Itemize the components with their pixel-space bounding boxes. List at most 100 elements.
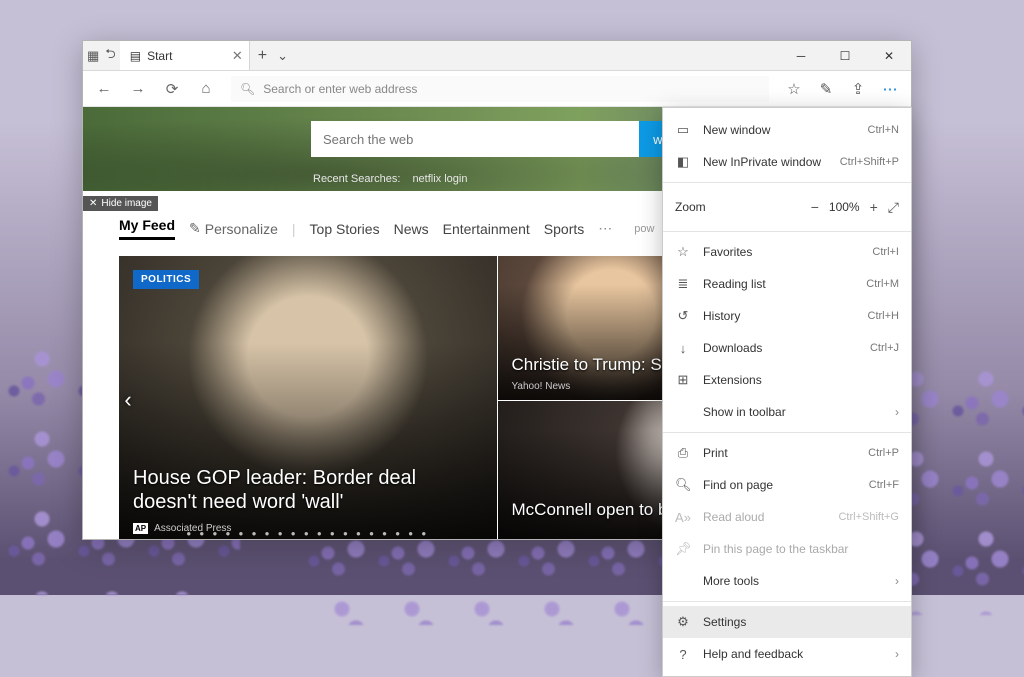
menu-read-aloud: A» Read aloud Ctrl+Shift+G [663, 501, 911, 533]
new-tab-button[interactable]: + [258, 47, 267, 65]
toolbar: ← → ⟳ ⌂ 🔍︎ Search or enter web address ☆… [83, 71, 911, 107]
menu-shortcut: Ctrl+J [870, 342, 899, 354]
menu-zoom: Zoom − 100% + ⤢ [663, 187, 911, 227]
menu-label: Help and feedback [703, 647, 803, 661]
window-icon: ▭ [675, 122, 691, 138]
download-icon: ↓ [675, 341, 691, 356]
tabs-more-icon[interactable]: ⋯ [598, 220, 612, 237]
menu-help[interactable]: ? Help and feedback › [663, 638, 911, 670]
carousel-prev-button[interactable]: ‹ [113, 380, 143, 420]
tab-entertainment[interactable]: Entertainment [443, 221, 530, 237]
window-minimize-button[interactable]: ─ [779, 41, 823, 70]
menu-label: Extensions [703, 373, 762, 387]
menu-label: New InPrivate window [703, 155, 821, 169]
browser-tab[interactable]: ▤ Start ✕ [120, 41, 250, 70]
tab-news[interactable]: News [394, 221, 429, 237]
menu-shortcut: Ctrl+I [872, 246, 899, 258]
source-top: Yahoo! News [512, 381, 571, 392]
close-icon: ✕ [89, 198, 97, 209]
back-button[interactable]: ← [89, 74, 119, 104]
menu-shortcut: Ctrl+P [868, 447, 899, 459]
menu-shortcut: Ctrl+H [868, 310, 899, 322]
menu-extensions[interactable]: ⊞ Extensions [663, 364, 911, 396]
reading-list-icon: ≣ [675, 276, 691, 292]
inprivate-icon: ◧ [675, 154, 691, 170]
reading-view-icon[interactable]: ✎ [811, 74, 841, 104]
menu-shortcut: Ctrl+Shift+G [838, 511, 899, 523]
tab-actions-chevron-icon[interactable]: ⌄ [277, 48, 288, 64]
address-placeholder: Search or enter web address [263, 82, 417, 96]
home-button[interactable]: ⌂ [191, 74, 221, 104]
search-icon: 🔍︎ [675, 477, 691, 493]
tab-preview-icon[interactable]: ⮌ [105, 45, 115, 67]
settings-more-button[interactable]: ⋯ [875, 74, 905, 104]
menu-label: Pin this page to the taskbar [703, 542, 848, 556]
recent-searches: Recent Searches: netflix login [313, 173, 467, 185]
menu-shortcut: Ctrl+M [866, 278, 899, 290]
menu-find[interactable]: 🔍︎ Find on page Ctrl+F [663, 469, 911, 501]
menu-new-inprivate[interactable]: ◧ New InPrivate window Ctrl+Shift+P [663, 146, 911, 178]
search-icon: 🔍︎ [240, 82, 255, 96]
edge-window: ▦ ⮌ ▤ Start ✕ + ⌄ ─ ☐ ✕ ← → ⟳ ⌂ [82, 40, 912, 540]
tab-sports[interactable]: Sports [544, 221, 584, 237]
zoom-out-button[interactable]: − [811, 199, 819, 215]
tab-title: Start [147, 49, 172, 63]
window-close-button[interactable]: ✕ [867, 41, 911, 70]
history-icon: ↺ [675, 308, 691, 324]
chevron-right-icon: › [895, 574, 899, 588]
menu-print[interactable]: ⎙ Print Ctrl+P [663, 437, 911, 469]
menu-label: New window [703, 123, 770, 137]
menu-more-tools[interactable]: More tools › [663, 565, 911, 597]
news-card-main[interactable]: POLITICS House GOP leader: Border deal d… [119, 256, 497, 539]
print-icon: ⎙ [675, 445, 691, 461]
forward-button[interactable]: → [123, 74, 153, 104]
menu-label: Reading list [703, 277, 766, 291]
menu-settings[interactable]: ⚙ Settings [663, 606, 911, 638]
menu-show-toolbar[interactable]: Show in toolbar › [663, 396, 911, 428]
tab-my-feed[interactable]: My Feed [119, 217, 175, 240]
menu-reading-list[interactable]: ≣ Reading list Ctrl+M [663, 268, 911, 300]
tab-favicon: ▤ [130, 49, 141, 63]
zoom-value: 100% [829, 200, 860, 214]
titlebar: ▦ ⮌ ▤ Start ✕ + ⌄ ─ ☐ ✕ [83, 41, 911, 71]
star-icon: ☆ [675, 244, 691, 260]
extensions-icon: ⊞ [675, 372, 691, 388]
zoom-label: Zoom [675, 200, 706, 214]
menu-label: History [703, 309, 740, 323]
menu-new-window[interactable]: ▭ New window Ctrl+N [663, 114, 911, 146]
menu-history[interactable]: ↺ History Ctrl+H [663, 300, 911, 332]
carousel-dots[interactable]: ● ● ● ● ● ● ● ● ● ● ● ● ● ● ● ● ● ● ● [119, 529, 497, 538]
desktop-wallpaper: ▦ ⮌ ▤ Start ✕ + ⌄ ─ ☐ ✕ ← → ⟳ ⌂ [0, 0, 1024, 595]
tab-top-stories[interactable]: Top Stories [310, 221, 380, 237]
fullscreen-icon[interactable]: ⤢ [888, 199, 899, 216]
tab-close-icon[interactable]: ✕ [232, 48, 243, 64]
web-search-input[interactable] [311, 121, 639, 157]
personalize-label: Personalize [205, 221, 278, 237]
menu-label: Favorites [703, 245, 752, 259]
menu-label: Print [703, 446, 728, 460]
menu-shortcut: Ctrl+N [868, 124, 899, 136]
hide-image-label: Hide image [101, 198, 152, 209]
help-icon: ? [675, 647, 691, 662]
menu-shortcut: Ctrl+Shift+P [840, 156, 899, 168]
menu-label: Show in toolbar [703, 405, 786, 419]
share-icon[interactable]: ⇪ [843, 74, 873, 104]
zoom-in-button[interactable]: + [870, 199, 878, 215]
menu-label: Find on page [703, 478, 773, 492]
personalize-button[interactable]: ✎ Personalize [189, 220, 278, 237]
refresh-button[interactable]: ⟳ [157, 74, 187, 104]
hide-image-button[interactable]: ✕ Hide image [83, 196, 158, 211]
address-bar[interactable]: 🔍︎ Search or enter web address [231, 76, 769, 102]
gear-icon: ⚙ [675, 614, 691, 630]
pencil-icon: ✎ [189, 220, 201, 237]
recent-search-link[interactable]: netflix login [412, 173, 467, 185]
favorites-star-icon[interactable]: ☆ [779, 74, 809, 104]
menu-pin-taskbar: 📌︎ Pin this page to the taskbar [663, 533, 911, 565]
tabs-aside-icon[interactable]: ▦ [87, 48, 99, 64]
menu-label: Settings [703, 615, 746, 629]
menu-favorites[interactable]: ☆ Favorites Ctrl+I [663, 236, 911, 268]
menu-downloads[interactable]: ↓ Downloads Ctrl+J [663, 332, 911, 364]
pin-icon: 📌︎ [675, 541, 691, 557]
chevron-right-icon: › [895, 647, 899, 661]
window-maximize-button[interactable]: ☐ [823, 41, 867, 70]
